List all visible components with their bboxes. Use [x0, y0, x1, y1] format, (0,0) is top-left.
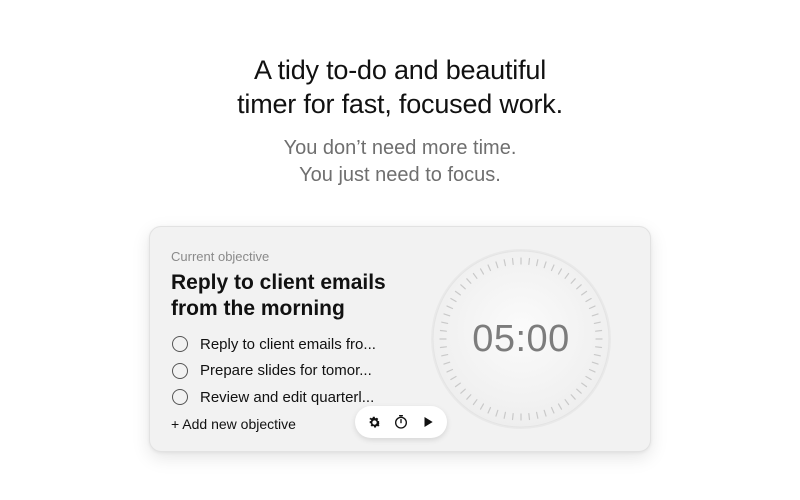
task-checkbox[interactable]: [172, 362, 188, 379]
objective-title-line-1: Reply to client emails: [171, 271, 386, 294]
task-item[interactable]: Prepare slides for tomor...: [172, 358, 376, 385]
app-preview-card: Current objective Reply to client emails…: [149, 226, 651, 452]
hero-title-line-1: A tidy to-do and beautiful: [253, 55, 546, 85]
task-item[interactable]: Reply to client emails fro...: [172, 331, 376, 358]
task-label: Review and edit quarterl...: [200, 388, 375, 406]
current-objective-label: Current objective: [171, 249, 270, 264]
hero-subtitle: You don’t need more time. You just need …: [0, 135, 800, 189]
task-list: Reply to client emails fro... Prepare sl…: [172, 331, 376, 411]
objective-title: Reply to client emails from the morning: [171, 270, 421, 322]
play-button[interactable]: [417, 411, 439, 433]
timer-display: 05:00: [472, 317, 570, 360]
hero-title-line-2: timer for fast, focused work.: [237, 89, 563, 119]
timer-dial[interactable]: 05:00: [429, 247, 613, 431]
settings-button[interactable]: [363, 411, 385, 433]
hero-subtitle-line-1: You don’t need more time.: [283, 137, 517, 159]
hero-subtitle-line-2: You just need to focus.: [299, 164, 501, 186]
add-objective-button[interactable]: + Add new objective: [171, 416, 296, 432]
task-item[interactable]: Review and edit quarterl...: [172, 384, 376, 411]
hero-title: A tidy to-do and beautiful timer for fas…: [0, 53, 800, 121]
task-label: Prepare slides for tomor...: [200, 362, 372, 380]
timer-icon: [393, 414, 409, 430]
task-checkbox[interactable]: [172, 389, 188, 406]
landing-page: A tidy to-do and beautiful timer for fas…: [0, 0, 800, 500]
timer-toolbar: [355, 406, 447, 438]
task-checkbox[interactable]: [172, 336, 188, 353]
gear-icon: [367, 415, 382, 430]
objective-title-line-2: from the morning: [171, 297, 345, 320]
play-icon: [421, 415, 435, 429]
timer-button[interactable]: [390, 411, 412, 433]
task-label: Reply to client emails fro...: [200, 335, 376, 353]
